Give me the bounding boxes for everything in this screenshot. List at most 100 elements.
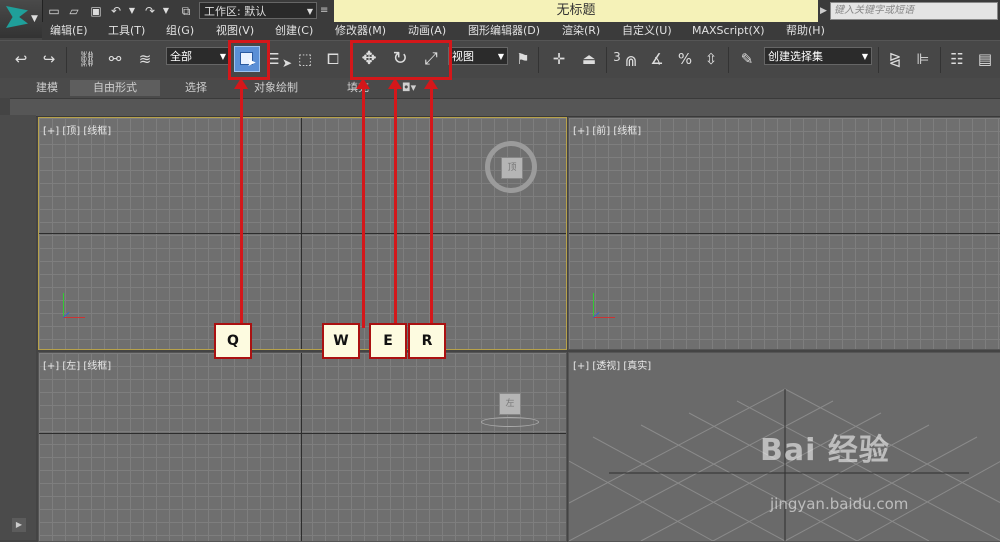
- menu-graph-editors[interactable]: 图形编辑器(D): [468, 22, 540, 40]
- watermark-url: jingyan.baidu.com: [770, 495, 909, 513]
- menu-edit[interactable]: 编辑(E): [50, 22, 88, 40]
- viewport-label-front[interactable]: [+] [前] [线框]: [573, 122, 641, 137]
- toolbar-divider: [940, 47, 941, 73]
- reference-coordinate-dropdown[interactable]: 视图 ▼: [448, 47, 508, 65]
- snaps-toggle-icon[interactable]: ⋒: [620, 50, 642, 72]
- edit-named-selection-icon[interactable]: ✎: [736, 48, 758, 70]
- hotkey-q-label: Q: [214, 323, 252, 359]
- expand-panel-icon[interactable]: ▶: [12, 518, 26, 532]
- align-icon[interactable]: ⊫: [912, 48, 934, 70]
- menu-customize[interactable]: 自定义(U): [622, 22, 672, 40]
- tab-object-paint[interactable]: 对象绘制: [246, 80, 306, 96]
- undo-dropdown-icon[interactable]: ▼: [124, 4, 140, 18]
- hotkey-r-label: R: [408, 323, 446, 359]
- select-and-manipulate-icon[interactable]: ✛: [548, 48, 570, 70]
- menu-animation[interactable]: 动画(A): [408, 22, 446, 40]
- redo-icon[interactable]: ↷: [142, 4, 158, 18]
- search-expand-icon[interactable]: ▶: [820, 3, 830, 19]
- toolbar-divider: [538, 47, 539, 73]
- app-menu-button[interactable]: ▼: [0, 0, 43, 38]
- unlink-icon[interactable]: ⚯: [104, 48, 126, 70]
- hotkey-e-label: E: [369, 323, 407, 359]
- chevron-down-icon: ▼: [219, 52, 226, 61]
- bind-space-warp-icon[interactable]: ≋: [134, 48, 156, 70]
- grid-axis-vertical: [301, 353, 302, 541]
- watermark-logo-text: Bai 经验: [760, 433, 890, 468]
- toolbar-divider: [606, 47, 607, 73]
- viewcube-icon[interactable]: 顶: [501, 157, 523, 179]
- hotkey-w-label: W: [322, 323, 360, 359]
- grid-axis-horizontal: [39, 233, 566, 234]
- menu-rendering[interactable]: 渲染(R): [562, 22, 600, 40]
- mirror-icon[interactable]: ⧎: [884, 48, 906, 70]
- ribbon-panel: [10, 98, 1000, 117]
- app-logo-icon: [6, 6, 28, 28]
- menu-views[interactable]: 视图(V): [216, 22, 254, 40]
- viewcube-icon[interactable]: 左: [499, 393, 521, 415]
- viewport-label-left[interactable]: [+] [左] [线框]: [43, 357, 111, 372]
- reference-coordinate-value: 视图: [452, 50, 474, 63]
- highlight-select-tool: [228, 40, 270, 80]
- project-folder-icon[interactable]: ⧉: [178, 4, 194, 18]
- highlight-transform-tools: [350, 40, 452, 80]
- percent-snap-icon[interactable]: %: [674, 48, 696, 70]
- open-folder-icon[interactable]: ▱: [66, 4, 82, 18]
- selection-filter-dropdown[interactable]: 全部 ▼: [166, 47, 230, 65]
- viewport-label-perspective[interactable]: [+] [透视] [真实]: [573, 357, 651, 372]
- arrow-icon: [388, 78, 402, 328]
- tab-modeling[interactable]: 建模: [26, 80, 68, 96]
- keyboard-shortcut-override-icon[interactable]: ⏏: [578, 48, 600, 70]
- layer-manager-icon[interactable]: ☷: [946, 48, 968, 70]
- chevron-down-icon: ▼: [31, 14, 38, 24]
- spinner-snap-icon[interactable]: ⇳: [700, 48, 722, 70]
- viewport-left[interactable]: [+] [左] [线框] 左: [38, 352, 567, 542]
- save-icon[interactable]: ▣: [88, 4, 104, 18]
- axis-tripod-icon: [589, 293, 619, 323]
- grid-axis-horizontal: [569, 233, 1000, 234]
- baidu-jingyan-watermark: Bai 经验 jingyan.baidu.com: [760, 425, 1000, 540]
- arrow-icon: [234, 78, 248, 328]
- search-input[interactable]: 键入关键字或短语: [830, 2, 998, 20]
- named-selection-set-dropdown[interactable]: 创建选择集 ▼: [764, 47, 872, 65]
- menu-create[interactable]: 创建(C): [275, 22, 313, 40]
- axis-tripod-icon: [59, 293, 89, 323]
- tab-freeform[interactable]: 自由形式: [70, 80, 160, 96]
- angle-snap-icon[interactable]: ∡: [646, 48, 668, 70]
- selection-filter-value: 全部: [170, 50, 192, 63]
- redo-dropdown-icon[interactable]: ▼: [158, 4, 174, 18]
- menu-bar: 编辑(E) 工具(T) 组(G) 视图(V) 创建(C) 修改器(M) 动画(A…: [42, 22, 1000, 40]
- menu-tools[interactable]: 工具(T): [108, 22, 145, 40]
- tab-selection[interactable]: 选择: [172, 80, 220, 96]
- grid-axis-horizontal: [39, 433, 566, 434]
- chevron-down-icon: ▼: [306, 7, 313, 16]
- viewcube-ring[interactable]: [481, 417, 539, 427]
- arrow-icon: [356, 78, 370, 328]
- window-crossing-icon[interactable]: ⧠: [322, 48, 344, 70]
- quick-access-dropdown-icon[interactable]: ≡: [320, 3, 332, 18]
- left-side-strip: [0, 115, 36, 540]
- pivot-center-icon[interactable]: ⚑: [512, 48, 534, 70]
- workspace-dropdown[interactable]: 工作区: 默认 ▼: [199, 2, 317, 19]
- viewport-front[interactable]: [+] [前] [线框]: [568, 117, 1000, 350]
- rectangular-selection-icon[interactable]: ⬚: [294, 48, 316, 70]
- document-title: 无标题: [334, 0, 818, 22]
- grid-axis-vertical: [301, 118, 302, 349]
- new-file-icon[interactable]: ▭: [46, 4, 62, 18]
- menu-modifiers[interactable]: 修改器(M): [335, 22, 386, 40]
- viewport-top[interactable]: [+] [顶] [线框] 顶: [38, 117, 567, 350]
- workspace-label: 工作区: 默认: [204, 5, 267, 18]
- viewport-label-top[interactable]: [+] [顶] [线框]: [43, 122, 111, 137]
- toolbar-divider: [728, 47, 729, 73]
- redo-icon[interactable]: ↪: [38, 48, 60, 70]
- chevron-down-icon: ▼: [497, 52, 504, 61]
- undo-icon[interactable]: ↩: [10, 48, 32, 70]
- menu-maxscript[interactable]: MAXScript(X): [692, 22, 765, 40]
- menu-group[interactable]: 组(G): [166, 22, 194, 40]
- undo-icon[interactable]: ↶: [108, 4, 124, 18]
- toolbar-divider: [66, 47, 67, 73]
- link-icon[interactable]: ⛓: [76, 48, 98, 70]
- menu-help[interactable]: 帮助(H): [786, 22, 825, 40]
- scene-explorer-icon[interactable]: ▤: [974, 48, 996, 70]
- toolbar-divider: [878, 47, 879, 73]
- named-selection-set-value: 创建选择集: [768, 50, 823, 63]
